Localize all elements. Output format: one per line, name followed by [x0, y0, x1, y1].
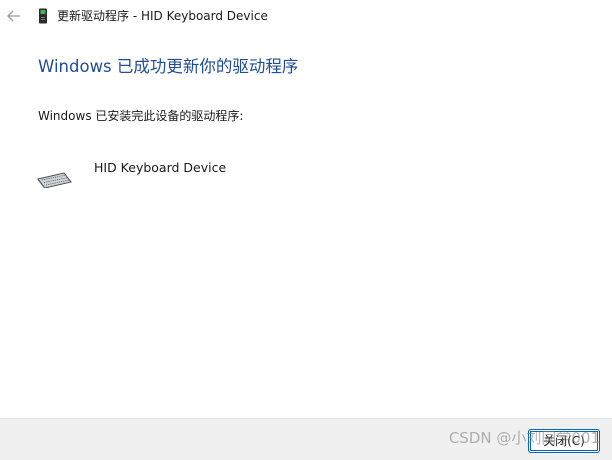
close-button[interactable]: 关闭(C) — [528, 429, 600, 453]
installed-description: Windows 已安装完此设备的驱动程序: — [38, 109, 244, 123]
window-title: 更新驱动程序 - HID Keyboard Device — [57, 9, 268, 23]
update-driver-window: 更新驱动程序 - HID Keyboard Device Windows 已成功… — [0, 0, 612, 460]
keyboard-icon — [37, 172, 72, 188]
footer-bar: 关闭(C) — [0, 418, 612, 460]
back-button[interactable] — [4, 6, 24, 26]
arrow-left-icon — [7, 10, 20, 22]
success-heading: Windows 已成功更新你的驱动程序 — [38, 57, 299, 76]
title-bar: 更新驱动程序 - HID Keyboard Device — [0, 0, 612, 32]
device-driver-icon — [39, 8, 47, 24]
device-name: HID Keyboard Device — [94, 160, 227, 175]
